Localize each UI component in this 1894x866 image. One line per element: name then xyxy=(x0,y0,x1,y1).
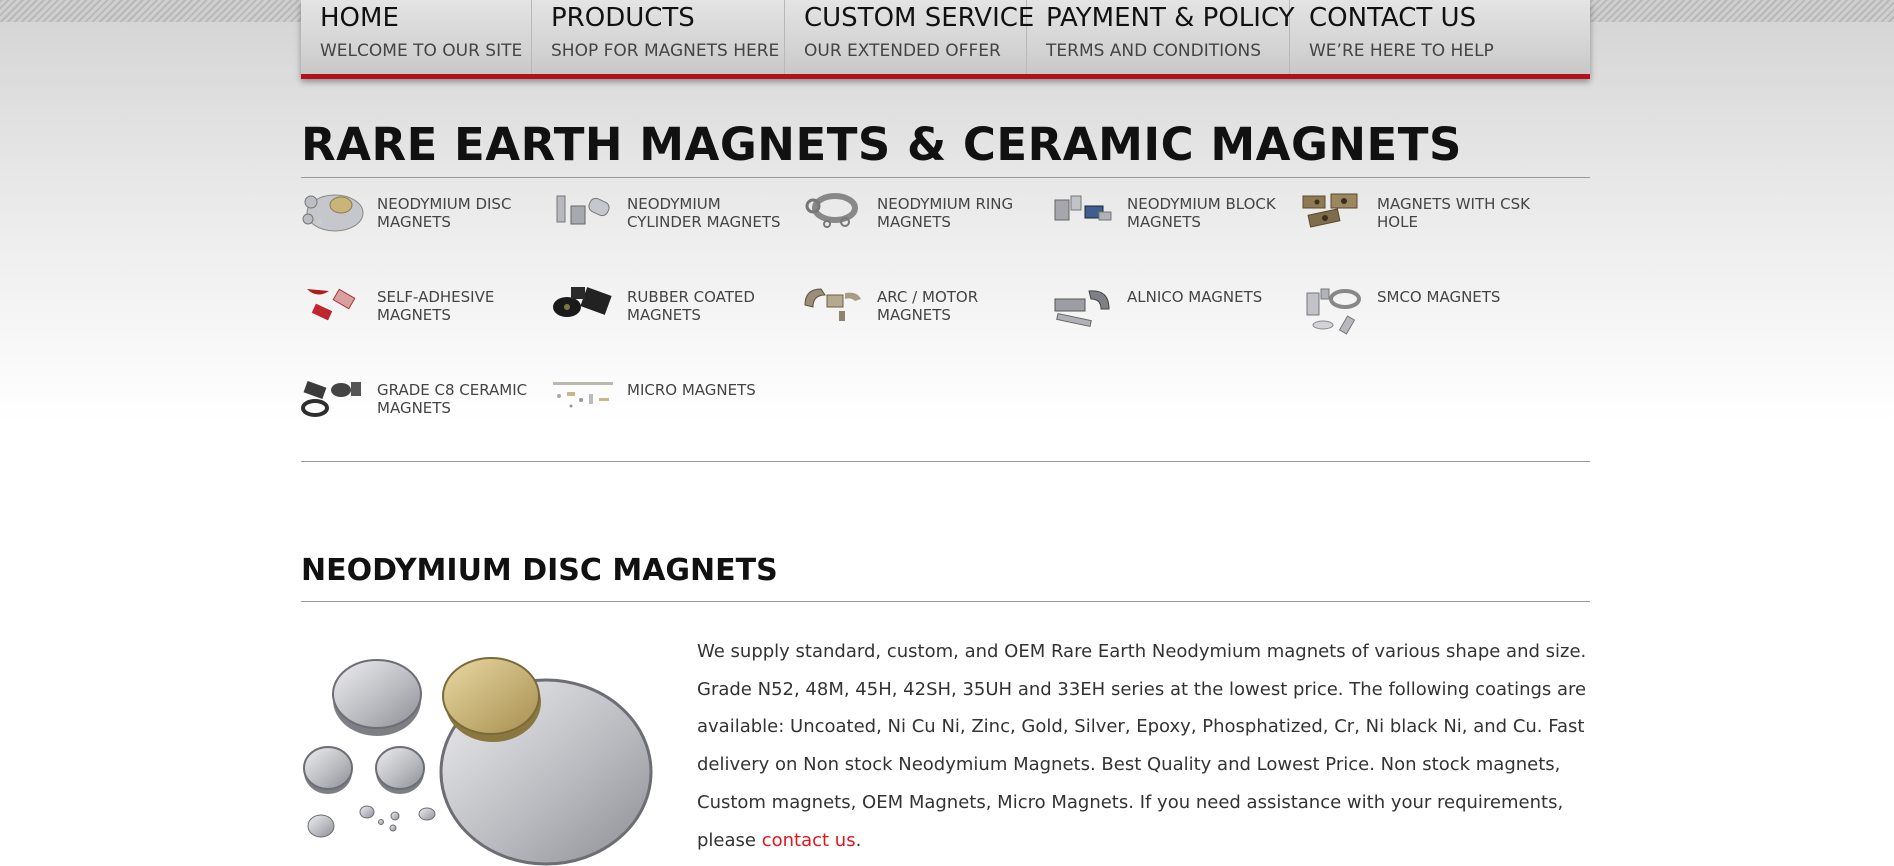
category-label: SMCO MAGNETS xyxy=(1377,288,1501,306)
category-alnico[interactable]: ALNICO MAGNETS xyxy=(1051,285,1291,355)
rubber-coated-magnets-thumbnail xyxy=(553,287,612,317)
category-label: NEODYMIUM DISC MAGNETS xyxy=(377,195,512,231)
category-neodymium-cylinder[interactable]: NEODYMIUM CYLINDER MAGNETS xyxy=(551,192,791,262)
category-grade-c8-ceramic[interactable]: GRADE C8 CERAMIC MAGNETS xyxy=(301,378,541,448)
category-label: ALNICO MAGNETS xyxy=(1127,288,1263,306)
cylinder-magnets-thumbnail xyxy=(556,195,610,225)
nav-custom-service-title: CUSTOM SERVICE xyxy=(804,3,1035,33)
category-label: MICRO MAGNETS xyxy=(627,381,756,399)
ceramic-magnets-thumbnail xyxy=(301,380,361,417)
nav-home-title: HOME xyxy=(320,3,399,33)
disc-magnets-photo xyxy=(303,657,653,866)
category-label: NEODYMIUM BLOCK MAGNETS xyxy=(1127,195,1276,231)
alnico-magnets-thumbnail xyxy=(1054,290,1110,328)
category-self-adhesive[interactable]: SELF-ADHESIVE MAGNETS xyxy=(301,285,541,355)
disc-magnets-thumbnail xyxy=(302,194,364,232)
category-rubber-coated[interactable]: RUBBER COATED MAGNETS xyxy=(551,285,791,355)
category-arc-motor[interactable]: ARC / MOTOR MAGNETS xyxy=(801,285,1041,355)
micro-magnets-thumbnail xyxy=(553,382,613,408)
category-label: NEODYMIUM RING MAGNETS xyxy=(877,195,1014,231)
description-end: . xyxy=(855,829,862,851)
category-label: GRADE C8 CERAMIC MAGNETS xyxy=(377,381,528,417)
category-label: NEODYMIUM CYLINDER MAGNETS xyxy=(627,195,781,231)
contact-us-link[interactable]: contact us xyxy=(762,830,856,851)
arc-magnets-thumbnail xyxy=(804,288,861,321)
title-divider xyxy=(301,177,1590,178)
section-divider xyxy=(301,601,1590,602)
nav-payment-policy-subtitle: TERMS AND CONDITIONS xyxy=(1046,41,1261,61)
category-micro[interactable]: MICRO MAGNETS xyxy=(551,378,791,448)
nav-payment-policy-title: PAYMENT & POLICY xyxy=(1046,3,1295,33)
nav-products[interactable]: PRODUCTS SHOP FOR MAGNETS HERE xyxy=(532,0,785,74)
nav-products-subtitle: SHOP FOR MAGNETS HERE xyxy=(551,41,780,61)
category-label: RUBBER COATED MAGNETS xyxy=(627,288,755,324)
smco-magnets-thumbnail xyxy=(1306,288,1361,335)
nav-products-title: PRODUCTS xyxy=(551,3,695,33)
category-smco[interactable]: SMCO MAGNETS xyxy=(1301,285,1541,355)
csk-magnets-thumbnail xyxy=(1302,193,1358,228)
category-neodymium-disc[interactable]: NEODYMIUM DISC MAGNETS xyxy=(301,192,541,262)
category-label: MAGNETS WITH CSK HOLE xyxy=(1377,195,1531,231)
categories-divider xyxy=(301,461,1590,462)
nav-contact-us[interactable]: CONTACT US WE’RE HERE TO HELP xyxy=(1290,0,1590,74)
category-csk-hole[interactable]: MAGNETS WITH CSK HOLE xyxy=(1301,192,1541,262)
category-label: SELF-ADHESIVE MAGNETS xyxy=(377,288,495,324)
nav-custom-service-subtitle: OUR EXTENDED OFFER xyxy=(804,41,1001,61)
page-title: RARE EARTH MAGNETS & CERAMIC MAGNETS xyxy=(301,118,1462,171)
category-neodymium-ring[interactable]: NEODYMIUM RING MAGNETS xyxy=(801,192,1041,262)
nav-contact-us-title: CONTACT US xyxy=(1309,3,1477,33)
main-nav: HOME WELCOME TO OUR SITE PRODUCTS SHOP F… xyxy=(301,0,1590,79)
section-description: We supply standard, custom, and OEM Rare… xyxy=(697,633,1597,859)
nav-contact-us-subtitle: WE’RE HERE TO HELP xyxy=(1309,41,1494,61)
section-title: NEODYMIUM DISC MAGNETS xyxy=(301,553,778,588)
self-adhesive-magnets-thumbnail xyxy=(307,288,356,321)
nav-home[interactable]: HOME WELCOME TO OUR SITE xyxy=(301,0,532,74)
category-neodymium-block[interactable]: NEODYMIUM BLOCK MAGNETS xyxy=(1051,192,1291,262)
nav-custom-service[interactable]: CUSTOM SERVICE OUR EXTENDED OFFER xyxy=(785,0,1034,74)
description-text: We supply standard, custom, and OEM Rare… xyxy=(697,641,1587,851)
block-magnets-thumbnail xyxy=(1054,195,1112,221)
nav-payment-policy[interactable]: PAYMENT & POLICY TERMS AND CONDITIONS xyxy=(1027,0,1295,74)
category-label: ARC / MOTOR MAGNETS xyxy=(877,288,979,324)
ring-magnets-thumbnail xyxy=(805,193,858,228)
nav-home-subtitle: WELCOME TO OUR SITE xyxy=(320,41,523,61)
